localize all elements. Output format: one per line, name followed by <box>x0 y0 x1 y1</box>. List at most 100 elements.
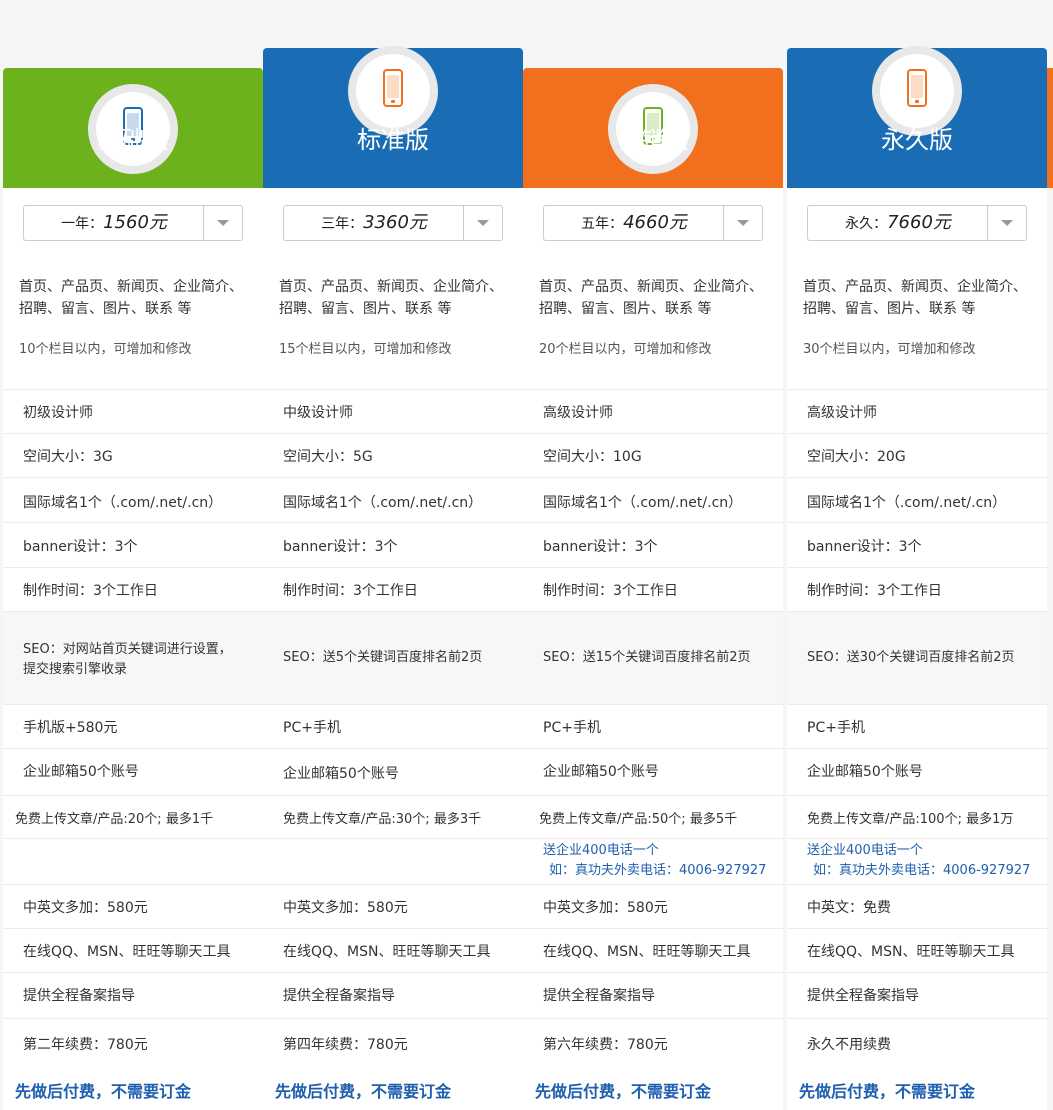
feature-400-phone <box>3 838 263 884</box>
feature-banner: banner设计：3个 <box>787 522 1047 567</box>
feature-domain: 国际域名1个（.com/.net/.cn） <box>787 477 1047 522</box>
columns-limit: 10个栏目以内，可增加和修改 <box>19 342 192 357</box>
feature-seo: SEO：送15个关键词百度排名前2页 <box>523 611 783 704</box>
feature-upload: 免费上传文章/产品:20个; 最多1千 <box>3 795 263 838</box>
price-value: 4660元 <box>623 212 687 233</box>
feature-space: 空间大小：10G <box>523 433 783 477</box>
plan-header: 营销版 <box>523 68 783 188</box>
feature-time: 制作时间：3个工作日 <box>263 567 523 611</box>
feature-400-phone: 送企业400电话一个如：真功夫外卖电话：4006-927927 <box>787 838 1047 884</box>
plan-column-marketing: 营销版 五年：4660元 首页、产品页、新闻页、企业简介、招聘、留言、图片、联系… <box>523 0 783 1110</box>
chevron-down-icon <box>737 220 749 226</box>
feature-space: 空间大小：20G <box>787 433 1047 477</box>
feature-chat: 在线QQ、MSN、旺旺等聊天工具 <box>787 928 1047 972</box>
feature-record: 提供全程备案指导 <box>263 972 523 1018</box>
feature-mobile: PC+手机 <box>787 704 1047 748</box>
feature-english: 中英文多加：580元 <box>263 884 523 928</box>
feature-english: 中英文多加：580元 <box>3 884 263 928</box>
pay-later-note: 先做后付费，不需要订金 <box>275 1082 452 1101</box>
feature-renew: 第二年续费：780元 <box>3 1018 263 1068</box>
dropdown-toggle[interactable] <box>987 206 1026 240</box>
price-value: 1560元 <box>103 212 167 233</box>
plan-footer: 先做后付费，不需要订金 <box>263 1068 523 1110</box>
duration-label: 永久： <box>845 216 888 232</box>
feature-english: 中英文：免费 <box>787 884 1047 928</box>
hotline-example: 如：真功夫外卖电话：4006-927927 <box>813 863 1031 878</box>
feature-400-phone: 送企业400电话一个如：真功夫外卖电话：4006-927927 <box>523 838 783 884</box>
feature-banner: banner设计：3个 <box>3 522 263 567</box>
duration-select[interactable]: 永久：7660元 <box>807 205 1027 241</box>
feature-designer: 中级设计师 <box>263 389 523 433</box>
pay-later-note: 先做后付费，不需要订金 <box>15 1082 192 1101</box>
feature-chat: 在线QQ、MSN、旺旺等聊天工具 <box>523 928 783 972</box>
next-column-edge <box>1047 68 1053 188</box>
feature-domain: 国际域名1个（.com/.net/.cn） <box>3 477 263 522</box>
feature-chat: 在线QQ、MSN、旺旺等聊天工具 <box>263 928 523 972</box>
chevron-down-icon <box>1001 220 1013 226</box>
feature-upload: 免费上传文章/产品:50个; 最多5千 <box>523 795 783 838</box>
feature-email: 企业邮箱50个账号 <box>263 748 523 795</box>
duration-label: 一年： <box>61 216 104 232</box>
feature-upload: 免费上传文章/产品:30个; 最多3千 <box>263 795 523 838</box>
pages-description: 首页、产品页、新闻页、企业简介、招聘、留言、图片、联系 等 <box>279 279 503 317</box>
pages-description: 首页、产品页、新闻页、企业简介、招聘、留言、图片、联系 等 <box>19 279 243 317</box>
dropdown-toggle[interactable] <box>723 206 762 240</box>
feature-upload: 免费上传文章/产品:100个; 最多1万 <box>787 795 1047 838</box>
plan-body: 三年：3360元 首页、产品页、新闻页、企业简介、招聘、留言、图片、联系 等 1… <box>263 188 523 1068</box>
plan-footer: 先做后付费，不需要订金 <box>523 1068 783 1110</box>
pages-description: 首页、产品页、新闻页、企业简介、招聘、留言、图片、联系 等 <box>803 279 1027 317</box>
feature-renew: 永久不用续费 <box>787 1018 1047 1068</box>
feature-seo: SEO：送30个关键词百度排名前2页 <box>787 611 1047 704</box>
plan-title: 营销版 <box>617 126 689 154</box>
feature-english: 中英文多加：580元 <box>523 884 783 928</box>
duration-select[interactable]: 一年：1560元 <box>23 205 243 241</box>
feature-email: 企业邮箱50个账号 <box>3 748 263 795</box>
feature-domain: 国际域名1个（.com/.net/.cn） <box>523 477 783 522</box>
feature-record: 提供全程备案指导 <box>787 972 1047 1018</box>
feature-record: 提供全程备案指导 <box>3 972 263 1018</box>
columns-limit: 30个栏目以内，可增加和修改 <box>803 342 976 357</box>
plan-header: 标准版 <box>263 46 523 188</box>
chevron-down-icon <box>217 220 229 226</box>
duration-label: 五年： <box>581 216 624 232</box>
feature-renew: 第六年续费：780元 <box>523 1018 783 1068</box>
duration-select[interactable]: 五年：4660元 <box>543 205 763 241</box>
feature-400-phone <box>263 838 523 884</box>
feature-time: 制作时间：3个工作日 <box>3 567 263 611</box>
plan-body: 一年：1560元 首页、产品页、新闻页、企业简介、招聘、留言、图片、联系 等 1… <box>3 188 263 1068</box>
feature-seo: SEO：对网站首页关键词进行设置，提交搜索引擎收录 <box>3 611 263 704</box>
chevron-down-icon <box>477 220 489 226</box>
price-value: 3360元 <box>363 212 427 233</box>
feature-designer: 初级设计师 <box>3 389 263 433</box>
plan-header: 基础版 <box>3 68 263 188</box>
feature-email: 企业邮箱50个账号 <box>523 748 783 795</box>
pay-later-note: 先做后付费，不需要订金 <box>535 1082 712 1101</box>
duration-select[interactable]: 三年：3360元 <box>283 205 503 241</box>
price-value: 7660元 <box>887 212 951 233</box>
feature-mobile: 手机版+580元 <box>3 704 263 748</box>
plan-body: 五年：4660元 首页、产品页、新闻页、企业简介、招聘、留言、图片、联系 等 2… <box>523 188 783 1068</box>
plan-column-permanent: 永久版 永久：7660元 首页、产品页、新闻页、企业简介、招聘、留言、图片、联系… <box>787 0 1047 1110</box>
feature-seo: SEO：送5个关键词百度排名前2页 <box>263 611 523 704</box>
plan-footer: 先做后付费，不需要订金 <box>3 1068 263 1110</box>
dropdown-toggle[interactable] <box>463 206 502 240</box>
plan-title: 永久版 <box>881 126 953 154</box>
free-400-phone-link[interactable]: 送企业400电话一个 <box>543 841 659 861</box>
feature-domain: 国际域名1个（.com/.net/.cn） <box>263 477 523 522</box>
pages-description: 首页、产品页、新闻页、企业简介、招聘、留言、图片、联系 等 <box>539 279 763 317</box>
free-400-phone-link[interactable]: 送企业400电话一个 <box>807 841 923 861</box>
hotline-example: 如：真功夫外卖电话：4006-927927 <box>549 863 767 878</box>
plan-title: 标准版 <box>357 126 429 154</box>
phone-icon <box>383 69 403 107</box>
feature-renew: 第四年续费：780元 <box>263 1018 523 1068</box>
feature-chat: 在线QQ、MSN、旺旺等聊天工具 <box>3 928 263 972</box>
phone-icon <box>907 69 927 107</box>
plan-body: 永久：7660元 首页、产品页、新闻页、企业简介、招聘、留言、图片、联系 等 3… <box>787 188 1047 1068</box>
feature-banner: banner设计：3个 <box>263 522 523 567</box>
feature-time: 制作时间：3个工作日 <box>523 567 783 611</box>
plan-column-basic: 基础版 一年：1560元 首页、产品页、新闻页、企业简介、招聘、留言、图片、联系… <box>3 0 263 1110</box>
columns-limit: 15个栏目以内，可增加和修改 <box>279 342 452 357</box>
dropdown-toggle[interactable] <box>203 206 242 240</box>
columns-limit: 20个栏目以内，可增加和修改 <box>539 342 712 357</box>
feature-banner: banner设计：3个 <box>523 522 783 567</box>
